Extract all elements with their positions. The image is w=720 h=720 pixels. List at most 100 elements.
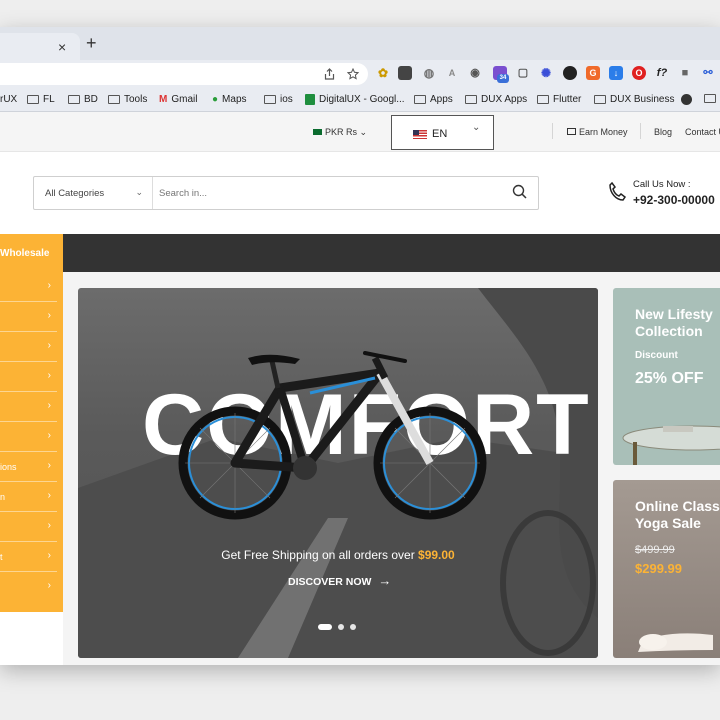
chevron-right-icon: › — [47, 340, 51, 351]
folder-icon — [68, 95, 80, 104]
table-image — [622, 425, 720, 465]
search-icon[interactable] — [512, 184, 528, 200]
search-bar: All Categories ⌄ — [33, 176, 539, 210]
slide-dot-2[interactable] — [338, 624, 344, 630]
sidebar-item[interactable]: › — [0, 512, 57, 542]
chevron-right-icon: › — [47, 400, 51, 411]
bookmark-dux-business[interactable]: DUX Business — [594, 94, 674, 105]
contact-link[interactable]: Contact U — [685, 127, 720, 137]
bookmark-digitalux[interactable]: DigitalUX - Googl... — [305, 94, 405, 105]
discount-value: 25% OFF — [635, 370, 704, 387]
extension-opera-icon[interactable]: O — [632, 66, 646, 80]
folder-icon — [264, 95, 276, 104]
extension-badge: 34 — [497, 74, 509, 83]
sidebar-item[interactable]: › — [0, 392, 57, 422]
extension-link-icon[interactable]: ⚯ — [701, 66, 715, 80]
main-nav: Wholesale — [0, 234, 720, 272]
chevron-right-icon: › — [47, 370, 51, 381]
bookmark-apps[interactable]: Apps — [414, 94, 453, 105]
bookmark-flutter[interactable]: Flutter — [537, 94, 581, 105]
language-selector[interactable]: EN ⌄ — [391, 115, 494, 150]
sidebar-item[interactable]: ions › — [0, 452, 57, 482]
sidebar-item[interactable]: › — [0, 272, 57, 302]
chevron-right-icon: › — [47, 550, 51, 561]
promo-lifestyle[interactable]: New Lifesty Collection Discount 25% OFF — [613, 288, 720, 465]
hero-banner[interactable]: COMFORT Get Free Shipping on all orders … — [78, 288, 598, 658]
sidebar-item[interactable]: t › — [0, 542, 57, 572]
bookmark-more-folder[interactable] — [704, 94, 716, 103]
extension-g-icon[interactable]: G — [586, 66, 600, 80]
chevron-down-icon: ⌄ — [135, 187, 143, 197]
extension-a-icon[interactable]: A — [445, 66, 459, 80]
extension-formula-icon[interactable]: f? — [655, 66, 669, 80]
search-input[interactable] — [159, 183, 499, 203]
sidebar-item[interactable]: › — [0, 332, 57, 362]
promo-yoga[interactable]: Online Class Yoga Sale $499.99 $299.99 — [613, 480, 720, 658]
sidebar-item[interactable]: › — [0, 572, 57, 602]
shipping-message: Get Free Shipping on all orders over $99… — [221, 548, 455, 562]
chevron-down-icon: ⌄ — [472, 122, 481, 133]
folder-icon — [27, 95, 39, 104]
wallet-icon — [567, 128, 576, 135]
chevron-right-icon: › — [47, 580, 51, 591]
phone-icon — [609, 181, 627, 201]
bookmark-bd[interactable]: BD — [68, 94, 98, 105]
slide-dot-1[interactable] — [318, 624, 332, 630]
earn-money-link[interactable]: Earn Money — [567, 127, 628, 137]
bookmark-maps[interactable]: ● Maps — [212, 94, 247, 105]
extension-puzzle-icon[interactable]: ✿ — [376, 66, 390, 80]
extension-camera-icon[interactable]: ◉ — [468, 66, 482, 80]
folder-icon — [108, 95, 120, 104]
tab-strip: × + — [0, 27, 720, 60]
slide-dot-3[interactable] — [350, 624, 356, 630]
bookmark-tools[interactable]: Tools — [108, 94, 147, 105]
divider — [640, 123, 641, 139]
extension-globe-icon[interactable]: ◍ — [422, 66, 436, 80]
bookmark-globe[interactable] — [681, 94, 692, 105]
extension-gear-icon[interactable]: ✺ — [539, 66, 553, 80]
folder-icon — [537, 95, 549, 104]
bicycle-image — [178, 351, 487, 520]
folder-icon — [704, 94, 716, 103]
currency-selector[interactable]: PKR Rs ⌄ — [313, 127, 367, 138]
url-field[interactable] — [0, 63, 368, 85]
chevron-right-icon: › — [47, 280, 51, 291]
close-tab-icon[interactable]: × — [58, 39, 66, 55]
category-select[interactable]: All Categories ⌄ — [34, 177, 153, 209]
yoga-image — [638, 633, 713, 652]
active-tab[interactable]: × — [0, 33, 80, 60]
chevron-right-icon: › — [47, 310, 51, 321]
bookmark-rux[interactable]: rUX — [0, 94, 17, 105]
bookmark-gmail[interactable]: M Gmail — [159, 94, 197, 105]
folder-icon — [594, 95, 606, 104]
extension-screen-icon[interactable] — [398, 66, 412, 80]
bookmarks-bar: rUX FL BD Tools M Gmail ● Maps ios Digital… — [0, 88, 720, 112]
new-tab-button[interactable]: + — [86, 33, 97, 53]
sidebar-item[interactable]: › — [0, 362, 57, 392]
bookmark-ios[interactable]: ios — [264, 94, 293, 105]
sheets-icon — [305, 94, 315, 105]
shipping-threshold: $99.00 — [418, 548, 455, 562]
sidebar-item[interactable]: › — [0, 422, 57, 452]
sidebar-item[interactable]: › — [0, 302, 57, 332]
share-icon[interactable] — [324, 68, 335, 80]
us-flag-icon — [413, 130, 427, 139]
discover-now-button[interactable]: DISCOVER NOW → — [288, 573, 391, 588]
extension-half-icon[interactable] — [563, 66, 577, 80]
star-icon[interactable] — [347, 68, 359, 80]
browser-window: × + ✿ ◍ A ◉ 34 ▢ ✺ G ↓ O f? ■ ⚯ rUX FL B… — [0, 27, 720, 665]
extension-video-icon[interactable]: ■ — [678, 66, 692, 80]
maps-pin-icon: ● — [212, 94, 219, 105]
blog-link[interactable]: Blog — [654, 127, 672, 137]
divider — [552, 123, 553, 139]
bookmark-fl[interactable]: FL — [27, 94, 55, 105]
departments-tab[interactable]: Wholesale — [0, 234, 63, 272]
slider-dots — [318, 624, 356, 630]
sidebar-item[interactable]: n › — [0, 482, 57, 512]
extension-download-icon[interactable]: ↓ — [609, 66, 623, 80]
folder-icon — [414, 95, 426, 104]
extension-chat-icon[interactable]: ▢ — [516, 66, 530, 80]
folder-icon — [465, 95, 477, 104]
bookmark-dux-apps[interactable]: DUX Apps — [465, 94, 527, 105]
chevron-right-icon: › — [47, 490, 51, 501]
